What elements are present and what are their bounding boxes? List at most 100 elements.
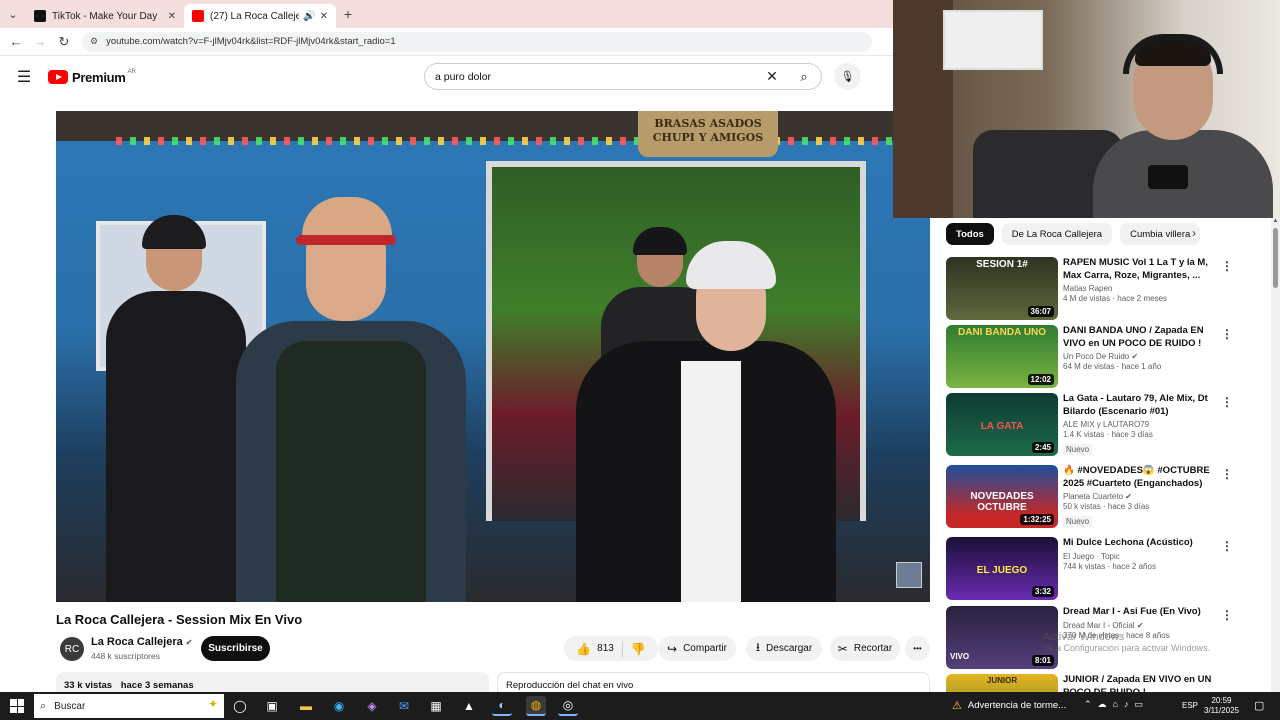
volume-icon[interactable]: ♪: [1124, 699, 1129, 710]
kebab-menu-icon[interactable]: ⋮: [1221, 608, 1233, 622]
task-view-icon[interactable]: ◯: [230, 696, 250, 716]
channel-name-text[interactable]: Un Poco De Ruido: [1063, 352, 1129, 361]
scroll-thumb[interactable]: [1273, 228, 1278, 288]
video-thumbnail[interactable]: EL JUEGO 3:32: [946, 537, 1058, 600]
video-info: RAPEN MUSIC Vol 1 La T y la M, Max Carra…: [1063, 257, 1213, 303]
unity-icon[interactable]: ▲: [459, 696, 479, 716]
language-indicator[interactable]: ESP: [1182, 701, 1198, 710]
list-item[interactable]: DANI BANDA UNO 12:02 DANI BANDA UNO / Za…: [946, 325, 1266, 389]
youtube-logo[interactable]: Premium AR: [48, 69, 136, 85]
chip-channel[interactable]: De La Roca Callejera: [1001, 223, 1113, 245]
video-title[interactable]: RAPEN MUSIC Vol 1 La T y la M, Max Carra…: [1063, 257, 1213, 282]
close-icon[interactable]: ✕: [168, 11, 176, 22]
video-title[interactable]: Dread Mar I - Asi Fue (En Vivo): [1063, 606, 1213, 619]
channel-name[interactable]: La Roca Callejera ✔: [91, 636, 192, 648]
tray-chevron-icon[interactable]: ⌃: [1084, 699, 1092, 710]
microphone-icon[interactable]: 🎙: [834, 63, 861, 90]
scroll-up-icon[interactable]: ▲: [1271, 218, 1280, 227]
tab-tiktok[interactable]: TikTok - Make Your Day ✕: [26, 4, 184, 28]
video-title[interactable]: La Gata - Lautaro 79, Ale Mix, Dt Bilard…: [1063, 393, 1213, 418]
subscribe-button[interactable]: Suscribirse: [201, 636, 270, 661]
list-item[interactable]: SESION 1# 36:07 RAPEN MUSIC Vol 1 La T y…: [946, 257, 1266, 321]
kebab-menu-icon[interactable]: ⋮: [1221, 395, 1233, 409]
widgets-icon[interactable]: ▣: [262, 696, 282, 716]
sidebar-scrollbar[interactable]: ▲: [1271, 218, 1280, 692]
menu-icon[interactable]: ☰: [0, 67, 48, 87]
channel-name[interactable]: ALE MIX y LAUTARO79: [1063, 420, 1213, 429]
battery-icon[interactable]: ▭: [1134, 699, 1143, 710]
new-tab-button[interactable]: +: [336, 6, 360, 22]
video-thumbnail[interactable]: VIVO 8:01: [946, 606, 1058, 669]
channel-name[interactable]: Dread Mar I - Oficial ✔: [1063, 621, 1213, 630]
channel-name[interactable]: Planeta Cuarteto ✔: [1063, 492, 1213, 501]
list-item[interactable]: NOVEDADES OCTUBRE 1:32:25 🔥 #NOVEDADES😱 …: [946, 465, 1266, 529]
clear-search-icon[interactable]: ✕: [757, 68, 787, 85]
video-player[interactable]: BRASAS ASADOS CHUPI Y AMIGOS: [56, 111, 930, 602]
channel-name[interactable]: El Juego · Topic: [1063, 552, 1213, 561]
verified-icon: ✔: [1125, 492, 1132, 501]
download-button[interactable]: ⭳ Descargar: [746, 636, 822, 661]
kebab-menu-icon[interactable]: ⋮: [1221, 539, 1233, 553]
video-thumbnail[interactable]: DANI BANDA UNO 12:02: [946, 325, 1058, 388]
tab-youtube[interactable]: (27) La Roca Callejera - Ses 🔊 ✕: [184, 4, 336, 28]
channel-name[interactable]: Un Poco De Ruido ✔: [1063, 352, 1213, 361]
video-title[interactable]: JUNIOR / Zapada EN VIVO en UN POCO DE RU…: [1063, 674, 1213, 692]
audio-icon[interactable]: 🔊: [303, 11, 315, 22]
cloud-icon[interactable]: ☁: [1098, 699, 1107, 710]
channel-name[interactable]: Matias Rapen: [1063, 284, 1213, 293]
avatar[interactable]: RC: [60, 637, 84, 661]
weather-widget[interactable]: ⚠ Advertencia de torme...: [952, 699, 1066, 712]
store-icon[interactable]: ▦: [426, 696, 446, 716]
list-item[interactable]: JUNIOR JUNIOR / Zapada EN VIVO en UN POC…: [946, 674, 1266, 692]
channel-name-text[interactable]: Dread Mar I - Oficial: [1063, 621, 1135, 630]
edge-icon[interactable]: ◉: [329, 696, 349, 716]
channel-name-text[interactable]: Planeta Cuarteto: [1063, 492, 1123, 501]
like-count[interactable]: 813: [597, 643, 614, 654]
list-item[interactable]: LA GATA 2:45 La Gata - Lautaro 79, Ale M…: [946, 393, 1266, 457]
kebab-menu-icon[interactable]: ⋮: [1221, 259, 1233, 273]
forward-button[interactable]: →: [28, 34, 52, 49]
reload-button[interactable]: ↻: [52, 34, 76, 50]
subscriber-count: 448 k suscriptores: [91, 651, 160, 661]
chip-cumbia[interactable]: Cumbia villera: [1120, 223, 1201, 245]
site-info-icon[interactable]: ⚙: [90, 36, 98, 47]
clock[interactable]: 20:59 3/11/2025: [1204, 696, 1239, 716]
file-explorer-icon[interactable]: ▬: [296, 696, 316, 716]
notification-icon[interactable]: ▢: [1254, 699, 1264, 712]
second-singer-shirt: [681, 361, 741, 602]
list-item[interactable]: EL JUEGO 3:32 Mi Dulce Lechona (Acústico…: [946, 537, 1266, 601]
mail-icon[interactable]: ✉: [394, 696, 414, 716]
like-icon[interactable]: 👍: [576, 642, 591, 656]
chip-todos[interactable]: Todos: [946, 223, 994, 245]
kebab-menu-icon[interactable]: ⋮: [1221, 327, 1233, 341]
close-icon[interactable]: ✕: [320, 11, 328, 22]
steam-icon[interactable]: ◐: [492, 696, 512, 716]
chrome-icon[interactable]: ◍: [526, 696, 546, 716]
chevron-down-icon[interactable]: ⌄: [0, 0, 26, 28]
obs-icon[interactable]: ◎: [558, 696, 578, 716]
search-icon[interactable]: ⌕: [787, 69, 821, 85]
chevron-right-icon[interactable]: ›: [1192, 226, 1196, 240]
system-tray[interactable]: ⌃ ☁ ⌂ ♪ ▭: [1084, 699, 1143, 710]
network-icon[interactable]: ⌂: [1113, 699, 1118, 710]
video-thumbnail[interactable]: SESION 1# 36:07: [946, 257, 1058, 320]
video-title[interactable]: Mi Dulce Lechona (Acústico): [1063, 537, 1213, 550]
search-input[interactable]: a puro dolor: [425, 71, 757, 83]
back-button[interactable]: ←: [4, 34, 28, 49]
url-field[interactable]: ⚙ youtube.com/watch?v=F-jlMjv04rk&list=R…: [82, 31, 872, 52]
video-thumbnail[interactable]: LA GATA 2:45: [946, 393, 1058, 456]
channel-name-text[interactable]: La Roca Callejera: [91, 636, 183, 648]
channel-watermark[interactable]: [896, 562, 922, 588]
clip-button[interactable]: ✂ Recortar: [830, 636, 900, 661]
dislike-icon[interactable]: 👎: [631, 642, 646, 656]
kebab-menu-icon[interactable]: ⋮: [1221, 467, 1233, 481]
video-title[interactable]: 🔥 #NOVEDADES😱 #OCTUBRE 2025 #Cuarteto (E…: [1063, 465, 1213, 490]
share-button[interactable]: ↪ Compartir: [658, 636, 736, 661]
copilot-icon[interactable]: ◈: [362, 696, 382, 716]
more-actions-button[interactable]: •••: [905, 636, 930, 661]
windows-start-icon[interactable]: [10, 699, 24, 713]
video-thumbnail[interactable]: JUNIOR: [946, 674, 1058, 692]
taskbar-search-input[interactable]: ⌕ Buscar ✦: [34, 694, 224, 718]
video-thumbnail[interactable]: NOVEDADES OCTUBRE 1:32:25: [946, 465, 1058, 528]
video-title[interactable]: DANI BANDA UNO / Zapada EN VIVO en UN PO…: [1063, 325, 1213, 350]
